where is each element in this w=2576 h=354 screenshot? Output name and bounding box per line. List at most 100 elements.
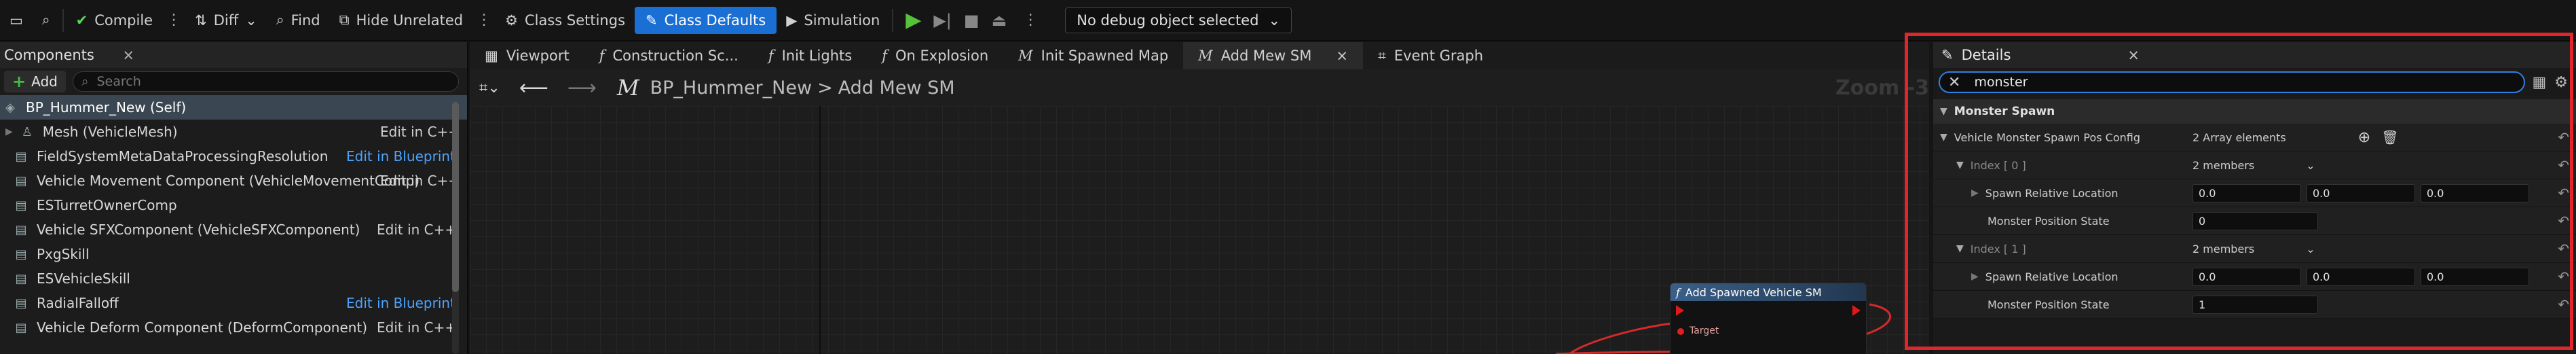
- step-icon[interactable]: ▶|: [933, 11, 952, 30]
- chevron-down-icon: ⌄: [1268, 12, 1281, 29]
- component-item-action[interactable]: Edit in C++: [380, 124, 460, 140]
- graph-canvas[interactable]: f Add Spawned Vehicle SM Target: [470, 106, 1929, 354]
- component-item[interactable]: ▤ Vehicle Movement Component (VehicleMov…: [0, 169, 467, 193]
- debug-object-select[interactable]: No debug object selected ⌄: [1065, 7, 1292, 33]
- tab-construction-script[interactable]: f Construction Sc...: [584, 42, 753, 69]
- component-item[interactable]: ▤ RadialFalloff Edit in Blueprint: [0, 291, 467, 315]
- details-search-input[interactable]: ✕ monster: [1939, 71, 2526, 93]
- component-item[interactable]: ▤ ESVehicleSkill: [0, 266, 467, 291]
- target-pin[interactable]: [1677, 328, 1684, 335]
- element-members[interactable]: 2 members ⌄: [2192, 243, 2315, 255]
- tab-add-mew-sm[interactable]: M Add Mew SM ×: [1183, 42, 1363, 69]
- element-index-label: Index [ 0 ]: [1970, 158, 2026, 172]
- close-icon[interactable]: ×: [2127, 47, 2140, 63]
- component-root-item[interactable]: ◈ BP_Hummer_New (Self): [0, 95, 467, 120]
- simulation-button[interactable]: ▶ Simulation: [777, 5, 889, 35]
- table-view-icon[interactable]: ▦: [2532, 74, 2546, 91]
- diff-button[interactable]: ⇅ Diff ⌄: [185, 5, 267, 35]
- toolbar-divider: [62, 8, 64, 32]
- back-arrow-icon[interactable]: ⟵: [510, 76, 558, 100]
- component-item[interactable]: ▤ Vehicle SFXComponent (VehicleSFXCompon…: [0, 217, 467, 242]
- category-monster-spawn[interactable]: ▼ Monster Spawn: [1933, 99, 2576, 124]
- find-button[interactable]: ⌕ Find: [267, 5, 330, 35]
- exec-out-pin[interactable]: [1852, 305, 1861, 316]
- forward-arrow-icon[interactable]: ⟶: [558, 76, 606, 100]
- location-z-field[interactable]: 0.0: [2421, 183, 2529, 202]
- components-search-input[interactable]: ⌕ Search: [72, 71, 459, 92]
- monster-state-field[interactable]: 0: [2192, 211, 2318, 230]
- location-x-field[interactable]: 0.0: [2192, 267, 2301, 286]
- expand-arrow-icon[interactable]: ▶: [1971, 271, 1979, 282]
- scrollbar-thumb[interactable]: [452, 102, 459, 292]
- location-y-field[interactable]: 0.0: [2307, 267, 2415, 286]
- tab-init-spawned-map[interactable]: M Init Spawned Map: [1003, 42, 1183, 69]
- add-component-button[interactable]: + Add: [4, 71, 66, 92]
- browse-button[interactable]: ⌕: [33, 5, 60, 35]
- eject-icon[interactable]: ⏏: [992, 11, 1007, 30]
- breadcrumb-function: Add Mew SM: [838, 77, 955, 99]
- element-members[interactable]: 2 members ⌄: [2192, 159, 2315, 172]
- breadcrumb-blueprint[interactable]: BP_Hummer_New: [650, 77, 812, 99]
- skeletal-mesh-icon: ♙: [21, 124, 33, 139]
- tab-on-explosion[interactable]: f On Explosion: [867, 42, 1003, 69]
- component-item[interactable]: ▤ FieldSystemMetaDataProcessingResolutio…: [0, 144, 467, 169]
- clear-search-icon[interactable]: ✕: [1948, 74, 1960, 91]
- class-defaults-button[interactable]: ✎ Class Defaults: [635, 6, 777, 34]
- save-button[interactable]: ▭: [0, 5, 33, 35]
- reset-icon[interactable]: ↶: [2558, 157, 2569, 173]
- details-search-row: ✕ monster ▦ ⚙: [1933, 68, 2576, 96]
- component-item-action[interactable]: Edit in Blueprint: [346, 295, 455, 311]
- close-icon[interactable]: ×: [122, 47, 134, 63]
- collapse-arrow-icon[interactable]: ▼: [1956, 243, 1964, 254]
- hide-unrelated-options-icon[interactable]: ⋮: [472, 12, 496, 29]
- hide-unrelated-button[interactable]: ⧉ Hide Unrelated: [330, 5, 473, 35]
- trash-icon[interactable]: 🗑: [2381, 129, 2398, 145]
- location-z-field[interactable]: 0.0: [2421, 267, 2529, 286]
- collapse-arrow-icon[interactable]: ▼: [1940, 106, 1947, 117]
- details-tab[interactable]: ✎ Details ×: [1933, 42, 2576, 68]
- component-item[interactable]: ▤ PxgSkill: [0, 242, 467, 266]
- compile-button[interactable]: ✔ Compile: [67, 5, 163, 35]
- reset-icon[interactable]: ↶: [2558, 129, 2569, 145]
- play-icon[interactable]: ▶: [906, 8, 921, 32]
- component-item-action[interactable]: Edit in C++: [377, 222, 456, 238]
- component-item[interactable]: ▶ ♙ Mesh (VehicleMesh) Edit in C++: [0, 120, 467, 144]
- tab-viewport[interactable]: ▦ Viewport: [470, 42, 584, 69]
- exec-in-pin[interactable]: [1676, 305, 1684, 316]
- add-element-icon[interactable]: ⊕: [2358, 129, 2370, 146]
- location-x-field[interactable]: 0.0: [2192, 183, 2301, 202]
- components-panel: Components × + Add ⌕ Search ◈ BP_Hummer_…: [0, 42, 468, 354]
- components-scrollbar[interactable]: [452, 102, 459, 354]
- expand-arrow-icon[interactable]: ▶: [1971, 188, 1979, 198]
- tab-event-graph[interactable]: ⌗ Event Graph: [1363, 42, 1498, 69]
- reset-icon[interactable]: ↶: [2558, 241, 2569, 257]
- tab-init-lights[interactable]: f Init Lights: [753, 42, 867, 69]
- location-y-field[interactable]: 0.0: [2307, 183, 2415, 202]
- class-settings-button[interactable]: ⚙ Class Settings: [496, 5, 635, 35]
- play-options-icon[interactable]: ⋮: [1019, 12, 1042, 29]
- graph-node[interactable]: f Add Spawned Vehicle SM Target: [1670, 283, 1867, 354]
- reset-icon[interactable]: ↶: [2558, 185, 2569, 201]
- hide-unrelated-label: Hide Unrelated: [356, 12, 464, 29]
- component-item-label: Vehicle Deform Component (DeformComponen…: [37, 319, 368, 336]
- function-icon: f: [882, 48, 887, 64]
- component-item-action[interactable]: Edit in C++: [380, 173, 460, 189]
- component-item-action[interactable]: Edit in Blueprint: [346, 148, 455, 164]
- monster-state-label: Monster Position State: [1987, 298, 2110, 311]
- collapse-arrow-icon[interactable]: ▼: [1956, 160, 1964, 171]
- component-item[interactable]: ▤ Vehicle Deform Component (DeformCompon…: [0, 315, 467, 340]
- reset-icon[interactable]: ↶: [2558, 296, 2569, 313]
- component-item[interactable]: ▤ ESTurretOwnerComp: [0, 193, 467, 217]
- components-tab[interactable]: Components ×: [0, 42, 467, 68]
- graph-options-icon[interactable]: ⌗⌄: [470, 79, 510, 96]
- compile-options-icon[interactable]: ⋮: [162, 12, 185, 29]
- close-icon[interactable]: ×: [1336, 48, 1348, 64]
- component-item-action[interactable]: Edit in C++: [377, 319, 456, 336]
- reset-icon[interactable]: ↶: [2558, 268, 2569, 285]
- monster-state-field[interactable]: 1: [2192, 295, 2318, 314]
- expand-arrow-icon[interactable]: ▶: [5, 126, 13, 137]
- collapse-arrow-icon[interactable]: ▼: [1940, 132, 1947, 143]
- settings-icon[interactable]: ⚙: [2554, 74, 2568, 91]
- stop-icon[interactable]: ■: [964, 11, 979, 30]
- reset-icon[interactable]: ↶: [2558, 213, 2569, 229]
